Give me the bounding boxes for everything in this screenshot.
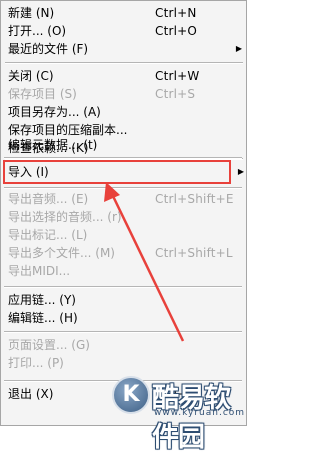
- menu-item-edit-metadata[interactable]: 编辑元数据... (t): [2, 136, 246, 154]
- menu-item-close[interactable]: 关闭 (C) Ctrl+W: [2, 67, 246, 85]
- menu-item-label: 页面设置... (G): [8, 338, 90, 352]
- menu-item-label: 编辑元数据... (t): [8, 138, 98, 152]
- menu-item-shortcut: Ctrl+S: [155, 87, 196, 101]
- menu-item-shortcut: Ctrl+Q: [155, 387, 198, 401]
- menu-separator: [4, 331, 242, 333]
- menu-item-new[interactable]: 新建 (N) Ctrl+N: [2, 4, 246, 22]
- menu-item-export-audio[interactable]: 导出音频... (E) Ctrl+Shift+E: [2, 190, 246, 208]
- menu-item-label: 新建 (N): [8, 6, 55, 20]
- menu-item-open[interactable]: 打开... (O) Ctrl+O: [2, 22, 246, 40]
- menu-item-print[interactable]: 打印... (P): [2, 354, 246, 372]
- menu-separator: [4, 286, 242, 288]
- menu-item-label: 保存项目 (S): [8, 87, 77, 101]
- menu-item-page-setup[interactable]: 页面设置... (G): [2, 336, 246, 354]
- menu-item-label: 退出 (X): [8, 387, 54, 401]
- menu-item-apply-chain[interactable]: 应用链... (Y): [2, 291, 246, 309]
- menu-item-shortcut: Ctrl+Shift+E: [155, 192, 234, 206]
- menu-item-export-selection[interactable]: 导出选择的音频... (r): [2, 208, 246, 226]
- menu-item-save-project[interactable]: 保存项目 (S) Ctrl+S: [2, 85, 246, 103]
- chevron-right-icon: ▶: [237, 167, 244, 176]
- chevron-right-icon: ▶: [235, 44, 242, 53]
- menu-item-label: 编辑链... (H): [8, 311, 78, 325]
- menu-item-label: 项目另存为... (A): [8, 105, 101, 119]
- menu-item-recent-files[interactable]: 最近的文件 (F) ▶: [2, 40, 246, 58]
- import-highlight-box: [3, 160, 231, 184]
- menu-item-export-midi[interactable]: 导出MIDI...: [2, 262, 246, 280]
- menu-separator: [4, 187, 242, 189]
- menu-separator: [4, 380, 242, 382]
- menu-item-label: 导出音频... (E): [8, 192, 89, 206]
- menu-item-shortcut: Ctrl+O: [155, 24, 198, 38]
- menu-item-export-multiple[interactable]: 导出多个文件... (M) Ctrl+Shift+L: [2, 244, 246, 262]
- menu-item-shortcut: Ctrl+W: [155, 69, 200, 83]
- menu-item-save-project-as[interactable]: 项目另存为... (A): [2, 103, 246, 121]
- menu-separator: [4, 157, 242, 159]
- menu-item-label: 打开... (O): [8, 24, 67, 38]
- menu-item-label: 打印... (P): [8, 356, 64, 370]
- menu-item-exit[interactable]: 退出 (X) Ctrl+Q: [2, 385, 246, 403]
- menu-item-label: 关闭 (C): [8, 69, 54, 83]
- menu-separator: [5, 62, 243, 64]
- menu-item-label: 导出多个文件... (M): [8, 246, 115, 260]
- menu-item-shortcut: Ctrl+N: [155, 6, 197, 20]
- menu-item-label: 导出标记... (L): [8, 228, 88, 242]
- menu-item-label: 应用链... (Y): [8, 293, 76, 307]
- menu-item-shortcut: Ctrl+Shift+L: [155, 246, 233, 260]
- menu-item-export-labels[interactable]: 导出标记... (L): [2, 226, 246, 244]
- menu-item-label: 最近的文件 (F): [8, 42, 89, 56]
- menu-item-label: 导出MIDI...: [8, 264, 71, 278]
- menu-item-edit-chains[interactable]: 编辑链... (H): [2, 309, 246, 327]
- menu-item-label: 导出选择的音频... (r): [8, 210, 122, 224]
